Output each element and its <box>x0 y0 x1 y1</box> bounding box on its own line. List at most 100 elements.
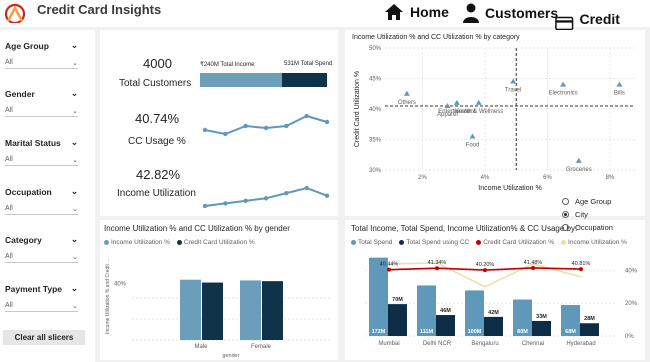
sparkline-point <box>284 123 289 129</box>
nav-home[interactable]: Home <box>384 3 449 21</box>
sparkline-point <box>263 196 269 201</box>
spend-cc-bar <box>580 323 599 336</box>
cc-util-point <box>579 267 583 272</box>
slicer-payment-type: Payment Type ⌄ All ⌄ <box>5 283 78 312</box>
point-label: Bills <box>614 91 625 97</box>
legend-dot <box>351 240 356 245</box>
slicer-age-group: Age Group ⌄ All ⌄ <box>5 40 78 69</box>
slicer-occupation: Occupation ⌄ All ⌄ <box>5 186 78 215</box>
slicer-dropdown[interactable]: All ⌄ <box>5 105 78 117</box>
slicer-gender: Gender ⌄ All ⌄ <box>5 88 78 117</box>
x-axis-label: Income Utilization % <box>478 185 541 192</box>
sparkline-point <box>223 201 228 206</box>
x-tick-label: Delhi NCR <box>423 341 452 347</box>
chevron-down-icon: ⌄ <box>72 107 78 115</box>
gender-bar-chart: 40%Income Utilization % and Credit ... Ma… <box>105 259 332 359</box>
sparkline-point <box>263 125 269 131</box>
toggle-age-group[interactable]: Age Group <box>562 197 611 206</box>
chevron-down-icon: ⌄ <box>72 302 78 310</box>
legend-dot <box>176 240 182 245</box>
chevron-down-icon[interactable]: ⌄ <box>71 283 78 294</box>
y-axis-label: Income Utilization % and Credit ... <box>105 259 111 334</box>
chevron-down-icon: ⌄ <box>72 59 78 67</box>
y-tick-label: 40% <box>114 281 127 287</box>
slicer-dropdown[interactable]: All ⌄ <box>5 57 78 69</box>
slicer-title: Category <box>5 234 42 245</box>
slicer-value: All <box>5 253 13 260</box>
total-income-bar <box>200 73 282 87</box>
sparkline-point <box>202 203 208 208</box>
y-tick-label: 40% <box>369 107 382 113</box>
y2-tick-label: 20% <box>625 301 638 307</box>
toggle-occupation[interactable]: Occupation <box>562 223 613 232</box>
chevron-down-icon[interactable]: ⌄ <box>71 186 78 197</box>
chevron-down-icon[interactable]: ⌄ <box>71 234 78 245</box>
bar-data-label: 28M <box>584 316 595 322</box>
legend-dot <box>104 240 109 245</box>
bar-data-label: 68M <box>565 329 576 335</box>
total-income-label: ₹240M Total Income <box>200 62 255 68</box>
chevron-down-icon[interactable]: ⌄ <box>71 88 78 99</box>
scatter-chart-card: Income Utilization % and CC Utilization … <box>345 30 645 216</box>
bar-data-label: 46M <box>440 308 451 314</box>
slicer-title: Age Group <box>5 40 49 51</box>
logo-icon <box>4 3 26 23</box>
x-tick-label: Male <box>194 344 208 350</box>
cc-util-point <box>387 267 391 272</box>
radio-circle <box>562 211 569 218</box>
gender-bar <box>202 282 223 340</box>
line-data-label: 40.81% <box>572 261 591 267</box>
chevron-down-icon[interactable]: ⌄ <box>71 40 78 51</box>
sparkline-point <box>243 123 248 129</box>
bar-data-label: 80M <box>517 329 528 335</box>
nav-home-label: Home <box>410 4 449 20</box>
point-label: Health & Wellness <box>454 109 503 115</box>
slicer-dropdown[interactable]: All ⌄ <box>5 203 78 215</box>
scatter-point <box>403 90 410 96</box>
bar-data-label: 33M <box>536 314 547 320</box>
scatter-point <box>575 157 582 163</box>
spend-cc-bar <box>484 316 503 336</box>
bar-data-label: 100M <box>468 329 482 335</box>
slicer-dropdown[interactable]: All ⌄ <box>5 300 78 312</box>
y-tick-label: 35% <box>369 138 382 144</box>
point-label: Travel <box>505 88 521 94</box>
person-icon <box>463 3 479 23</box>
radio-label: City <box>575 210 588 219</box>
legend-label: Income Utilization % <box>568 239 627 246</box>
x-tick-label: 6% <box>543 175 552 181</box>
x-tick-label: 4% <box>481 175 490 181</box>
chevron-down-icon[interactable]: ⌄ <box>71 137 78 148</box>
slicer-category: Category ⌄ All ⌄ <box>5 234 78 263</box>
cc-util-point <box>531 265 535 270</box>
x-tick-label: Chennai <box>522 341 544 347</box>
line-data-label: 41.48% <box>524 260 543 266</box>
city-chart-legend: Total Spend Total Spend using CC Credit … <box>351 239 634 246</box>
gender-bar <box>262 281 283 340</box>
y-axis-label: Credit Card Utilization % <box>354 71 361 147</box>
x-tick-label: Bengaluru <box>471 341 498 347</box>
scatter-point <box>453 99 460 105</box>
clear-slicers-button[interactable]: Clear all slicers <box>3 330 85 345</box>
nav-customers[interactable]: Customers <box>463 3 558 23</box>
chevron-down-icon: ⌄ <box>72 253 78 261</box>
radio-label: Occupation <box>575 223 613 232</box>
income-util-sparkline <box>202 185 330 208</box>
sparkline-point <box>223 131 228 137</box>
point-label: Electronics <box>548 91 577 97</box>
bar-data-label: 42M <box>488 310 499 316</box>
sparkline-svg <box>202 113 330 208</box>
scatter-point <box>510 78 517 84</box>
spend-cc-bar <box>388 304 407 336</box>
slicer-value: All <box>5 59 13 66</box>
bar-data-label: 172M <box>372 329 386 335</box>
cc-util-point <box>435 266 439 271</box>
legend-label: Credit Card Utilization % <box>483 239 555 246</box>
chevron-down-icon: ⌄ <box>72 156 78 164</box>
slicer-value: All <box>5 302 13 309</box>
slicer-dropdown[interactable]: All ⌄ <box>5 154 78 166</box>
slicer-dropdown[interactable]: All ⌄ <box>5 251 78 263</box>
toggle-city[interactable]: City <box>562 210 588 219</box>
sparkline-point <box>202 127 208 133</box>
sparkline-point <box>324 119 330 125</box>
